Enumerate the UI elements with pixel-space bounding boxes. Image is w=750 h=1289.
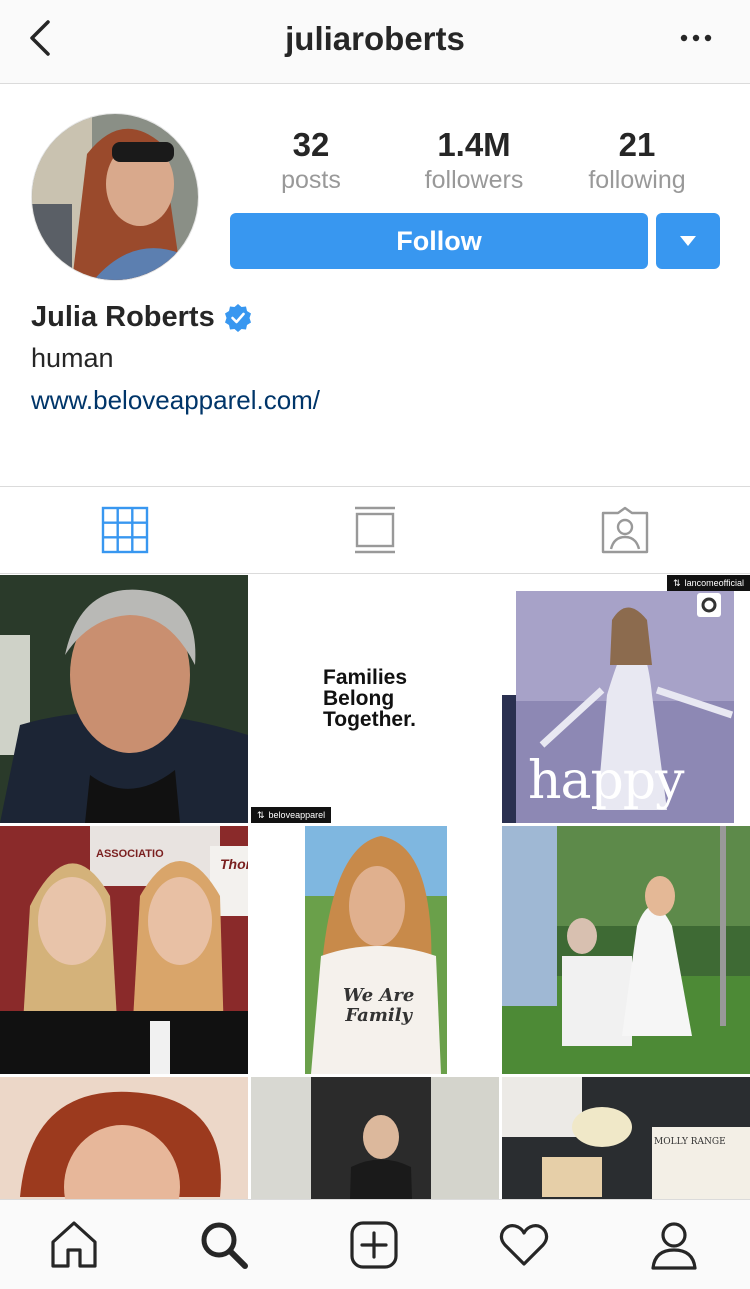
more-options-icon[interactable] <box>676 28 716 48</box>
grid-post[interactable]: Families Belong Together. ⇅ beloveappare… <box>251 575 499 823</box>
grid-post[interactable]: ASSOCIATIO Thor <box>0 826 248 1074</box>
shirt-text-line: We Are <box>343 985 415 1006</box>
repost-tag: ⇅ lancomeofficial <box>667 575 750 591</box>
shirt-text-line: Family <box>345 1005 412 1026</box>
post-text-line: Belong <box>323 687 395 710</box>
verified-badge-icon <box>224 303 251 332</box>
post-text-line: Families <box>323 666 408 689</box>
repost-username: beloveapparel <box>268 810 326 820</box>
book-title: MOLLY RANGE <box>654 1137 726 1147</box>
stat-label: posts <box>281 166 341 194</box>
grid-post[interactable]: MOLLY RANGE <box>502 1077 750 1199</box>
grid-post[interactable] <box>502 826 750 1074</box>
profile-icon[interactable] <box>647 1218 701 1272</box>
post-text-line: Together. <box>323 708 416 731</box>
tagged-icon[interactable] <box>600 505 650 555</box>
follow-button[interactable]: Follow <box>230 213 648 269</box>
profile-avatar[interactable] <box>31 113 199 281</box>
profile-name-row: Julia Roberts <box>31 301 253 334</box>
home-icon[interactable] <box>47 1218 101 1272</box>
shirt-text: We Are Family <box>343 986 414 1026</box>
new-post-icon[interactable] <box>347 1218 401 1272</box>
profile-tab-bar <box>0 486 750 574</box>
following-count[interactable]: 21 following <box>552 124 722 194</box>
top-nav-bar: juliaroberts <box>0 0 750 84</box>
page-title: juliaroberts <box>285 20 465 57</box>
repost-username: lancomeofficial <box>684 578 744 588</box>
stat-value: 1.4M <box>437 126 511 163</box>
suggested-accounts-button[interactable] <box>656 213 720 269</box>
carousel-icon <box>697 593 721 617</box>
profile-website-link[interactable]: www.beloveapparel.com/ <box>31 385 320 416</box>
stat-label: followers <box>424 166 524 194</box>
grid-post[interactable] <box>0 1077 248 1199</box>
grid-post[interactable] <box>0 575 248 823</box>
stat-label: following <box>588 166 686 194</box>
grid-post[interactable] <box>251 1077 499 1199</box>
triangle-down-icon <box>680 236 696 246</box>
background-sign-text: ASSOCIATIO <box>96 848 164 860</box>
bottom-nav-bar <box>0 1199 750 1289</box>
repost-icon: ⇅ <box>673 577 681 588</box>
stat-value: 32 <box>292 126 330 163</box>
grid-icon[interactable] <box>100 505 150 555</box>
post-caption: happy <box>528 751 684 811</box>
activity-heart-icon[interactable] <box>497 1218 551 1272</box>
grid-post[interactable]: happy ⇅ lancomeofficial <box>502 575 750 823</box>
profile-name: Julia Roberts <box>31 301 215 333</box>
posts-count: 32 posts <box>226 124 396 194</box>
repost-icon: ⇅ <box>257 809 265 820</box>
followers-count[interactable]: 1.4M followers <box>389 124 559 194</box>
profile-bio: human <box>31 343 114 373</box>
photo-grid: Families Belong Together. ⇅ beloveappare… <box>0 575 750 1199</box>
background-sign-text: Thor <box>220 856 248 872</box>
search-icon[interactable] <box>197 1218 251 1272</box>
grid-post[interactable]: We Are Family <box>251 826 499 1074</box>
stat-value: 21 <box>618 126 656 163</box>
repost-tag: ⇅ beloveapparel <box>251 807 332 823</box>
feed-icon[interactable] <box>350 505 400 555</box>
